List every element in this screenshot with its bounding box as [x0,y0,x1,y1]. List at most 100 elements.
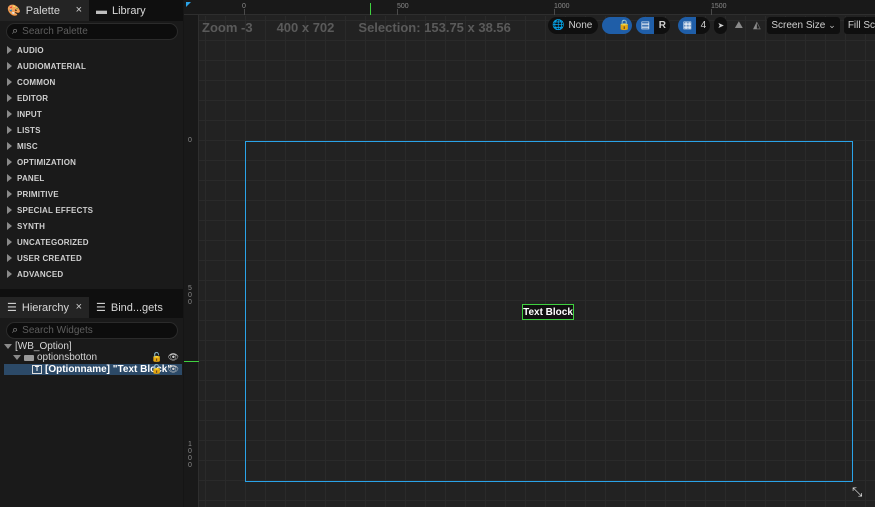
expand-arrow-icon [7,254,12,262]
row-actions: 🔓 👁 [151,364,179,375]
palette-category-label: PANEL [17,173,45,183]
expand-arrow-icon [7,158,12,166]
palette-category[interactable]: INPUT [0,106,183,122]
hierarchy-item-text-block[interactable]: T [Optionname] "Text Block" 🔓 👁 [4,364,182,375]
lock-toggle-group: 🔒 [602,17,633,34]
selection-size: Selection: 153.75 x 38.56 [358,20,511,35]
layout-button[interactable]: ▤ [636,17,655,34]
ruler-vertical: 0 5 0 0 1 0 0 0 [184,15,199,507]
ruler-top-label-0: 0 [242,3,246,10]
tab-hierarchy[interactable]: ☰ Hierarchy × [0,297,89,318]
palette-category[interactable]: COMMON [0,74,183,90]
search-icon: ⌕ [12,324,19,336]
lock-button[interactable]: 🔒 [616,17,633,34]
left-panel: 🎨 Palette × ▬ Library ⌕ AUDIO AUDIOMATERI… [0,0,183,507]
palette-category[interactable]: ADVANCED [0,266,183,282]
close-icon[interactable]: × [76,301,82,313]
expand-arrow-icon[interactable] [4,344,12,349]
palette-category[interactable]: PRIMITIVE [0,186,183,202]
widget-search-input[interactable] [22,325,163,336]
palette-category-label: UNCATEGORIZED [17,237,89,247]
palette-icon: 🎨 [7,5,21,17]
palette-category[interactable]: EDITOR [0,90,183,106]
palette-category[interactable]: USER CREATED [0,250,183,266]
grid-snap-button[interactable]: ▦ [678,17,697,34]
eye-icon[interactable]: 👁 [168,364,179,375]
resize-handle-icon[interactable]: ⤡ [852,484,862,500]
hierarchy-root-label: [WB_Option] [15,341,72,352]
localization-preview-button[interactable]: 🌐 None [548,17,599,34]
hierarchy-item-optionsbotton[interactable]: optionsbotton 🔓 👁 [4,352,182,363]
palette-category[interactable]: MISC [0,138,183,154]
palette-category-label: EDITOR [17,93,49,103]
fill-screen-dropdown[interactable]: Fill Screen [843,17,875,34]
palette-search-input[interactable] [22,26,163,37]
palette-category-label: PRIMITIVE [17,189,59,199]
grid-icon: ▦ [682,20,693,31]
flip-button[interactable]: ◭ [750,17,763,34]
expand-arrow-icon [7,62,12,70]
palette-category[interactable]: LISTS [0,122,183,138]
designer-viewport[interactable]: 0 500 1000 1500 0 5 0 0 1 0 0 0 Zoom -3 … [184,0,875,507]
expand-arrow-icon [7,126,12,134]
palette-category[interactable]: UNCATEGORIZED [0,234,183,250]
palette-search-field[interactable]: ⌕ [6,23,178,40]
palette-category[interactable]: AUDIO [0,42,183,58]
palette-category[interactable]: SPECIAL EFFECTS [0,202,183,218]
tab-library[interactable]: ▬ Library [89,0,183,21]
ruler-horizontal: 0 500 1000 1500 [184,0,875,15]
palette-category-label: INPUT [17,109,42,119]
expand-arrow-icon [7,222,12,230]
grid-snap-value[interactable]: 4 [696,17,711,34]
palette-category[interactable]: OPTIMIZATION [0,154,183,170]
screen-size-dropdown[interactable]: Screen Size ⌄ [767,17,840,34]
hierarchy-icon: ☰ [7,302,17,314]
flip-icon: ◭ [753,20,761,31]
close-icon[interactable]: × [76,4,82,16]
palette-category[interactable]: PANEL [0,170,183,186]
tab-palette[interactable]: 🎨 Palette × [0,0,89,21]
text-block-widget[interactable]: Text Block [522,304,574,320]
cursor-button[interactable]: ➤ [714,17,728,34]
palette-category[interactable]: AUDIOMATERIAL [0,58,183,74]
unlock-icon[interactable]: 🔓 [151,364,162,375]
palette-category-label: AUDIOMATERIAL [17,61,87,71]
palette-category-label: SPECIAL EFFECTS [17,205,94,215]
palette-category-label: LISTS [17,125,41,135]
ruler-left-label-0: 0 [188,137,192,144]
ruler-top-label-1500: 1500 [711,3,727,10]
ruler-top-label-1000: 1000 [554,3,570,10]
row-actions: 🔓 👁 [151,352,179,363]
palette-category[interactable]: SYNTH [0,218,183,234]
expand-arrow-icon[interactable] [13,355,21,360]
unlock-icon[interactable]: 🔓 [151,352,162,363]
expand-arrow-icon [7,270,12,278]
button-widget-icon [24,354,34,361]
tab-library-label: Library [112,4,146,17]
widget-search-field[interactable]: ⌕ [6,322,178,339]
text-widget-icon: T [32,365,42,374]
ruler-left-label-1000: 1 0 0 0 [188,441,192,469]
tab-bind-widgets[interactable]: ☰ Bind...gets [89,297,183,318]
cursor-icon: ➤ [717,21,725,30]
pointer-mode-button[interactable] [602,17,617,34]
ruler-cursor-marker [370,3,371,15]
hierarchy-item-root[interactable]: [WB_Option] [4,341,182,352]
expand-arrow-icon [7,94,12,102]
panel-divider[interactable] [0,289,183,297]
palette-tab-bar: 🎨 Palette × ▬ Library [0,0,183,21]
screenshot-button[interactable]: ⛰ [731,17,746,34]
tab-palette-label: Palette [25,4,60,17]
hierarchy-child-label: optionsbotton [37,352,98,363]
palette-category-label: AUDIO [17,45,44,55]
eye-icon[interactable]: 👁 [168,352,179,363]
grid-toggle-group: ▦ 4 [678,17,711,34]
expand-arrow-icon [7,46,12,54]
lock-icon: 🔒 [618,20,631,31]
hierarchy-tab-bar: ☰ Hierarchy × ☰ Bind...gets [0,297,183,318]
layout-icon: ▤ [640,20,651,31]
bind-widgets-icon: ☰ [96,302,106,314]
r-button[interactable]: R [654,17,671,34]
designer-toolbar: 🌐 None 🔒 ▤ R ▦ 4 ➤ ⛰ ◭ Screen Size ⌄ Fil… [548,17,875,34]
expand-arrow-icon [7,142,12,150]
